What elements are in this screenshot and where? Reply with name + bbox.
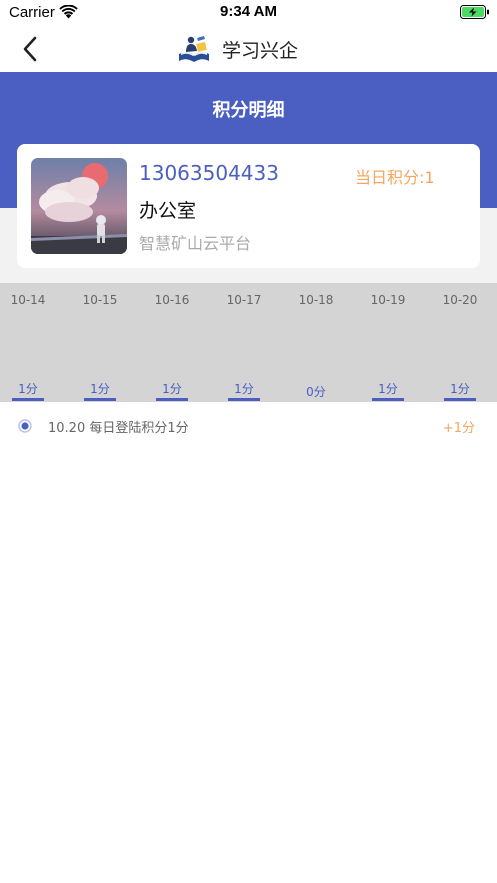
- day-date: 10-15: [82, 293, 118, 307]
- org-name: 办公室: [139, 200, 197, 222]
- avatar[interactable]: [31, 158, 127, 254]
- day-points: 1分: [378, 382, 398, 396]
- record-points: +1分: [442, 421, 475, 436]
- week-points-strip: 10-14 1分 10-15 1分 10-16 1分 10-17 1分 10-1…: [0, 283, 497, 402]
- day-points: 1分: [162, 382, 182, 396]
- radio-dot-icon: [18, 419, 32, 433]
- day-date: 10-18: [298, 293, 334, 307]
- day-points: 1分: [450, 382, 470, 396]
- daily-points: 当日积分:1: [355, 168, 435, 187]
- avatar-image: [31, 158, 127, 254]
- clock: 9:34 AM: [220, 3, 277, 20]
- day-item[interactable]: 10-20 1分: [432, 283, 488, 402]
- day-indicator-bar: [156, 398, 188, 401]
- nav-title-group: 学习兴企: [177, 34, 298, 64]
- screen: Carrier 9:34 AM 学习兴企 积分明细 13063504433 当日…: [0, 0, 497, 883]
- day-date: 10-16: [154, 293, 190, 307]
- day-indicator-bar: [372, 398, 404, 401]
- status-bar: Carrier 9:34 AM: [0, 0, 497, 26]
- day-date: 10-14: [10, 293, 46, 307]
- nav-title: 学习兴企: [222, 39, 299, 62]
- day-date: 10-19: [370, 293, 406, 307]
- day-date: 10-20: [442, 293, 478, 307]
- profile-card: 13063504433 当日积分:1 办公室 智慧矿山云平台: [17, 144, 480, 268]
- back-button[interactable]: [18, 34, 44, 64]
- record-description: 10.20 每日登陆积分1分: [48, 421, 189, 436]
- day-item[interactable]: 10-15 1分: [72, 283, 128, 402]
- book-reader-logo-icon: [179, 36, 209, 62]
- day-indicator-bar: [12, 398, 44, 401]
- day-item[interactable]: 10-18 0分: [288, 283, 344, 402]
- day-points: 0分: [306, 385, 326, 399]
- user-phone: 13063504433: [139, 161, 279, 185]
- day-points: 1分: [18, 382, 38, 396]
- day-item[interactable]: 10-14 1分: [0, 283, 56, 402]
- battery-charging-icon: [460, 5, 489, 19]
- day-points: 1分: [90, 382, 110, 396]
- day-item[interactable]: 10-19 1分: [360, 283, 416, 402]
- day-points: 1分: [234, 382, 254, 396]
- page-title: 积分明细: [212, 100, 285, 121]
- day-item[interactable]: 10-17 1分: [216, 283, 272, 402]
- nav-bar: 学习兴企: [0, 26, 497, 72]
- day-indicator-bar: [444, 398, 476, 401]
- platform-name: 智慧矿山云平台: [139, 234, 252, 253]
- day-indicator-bar: [228, 398, 260, 401]
- day-indicator-bar: [84, 398, 116, 401]
- day-item[interactable]: 10-16 1分: [144, 283, 200, 402]
- points-record-row: 10.20 每日登陆积分1分 +1分: [0, 402, 497, 450]
- day-date: 10-17: [226, 293, 262, 307]
